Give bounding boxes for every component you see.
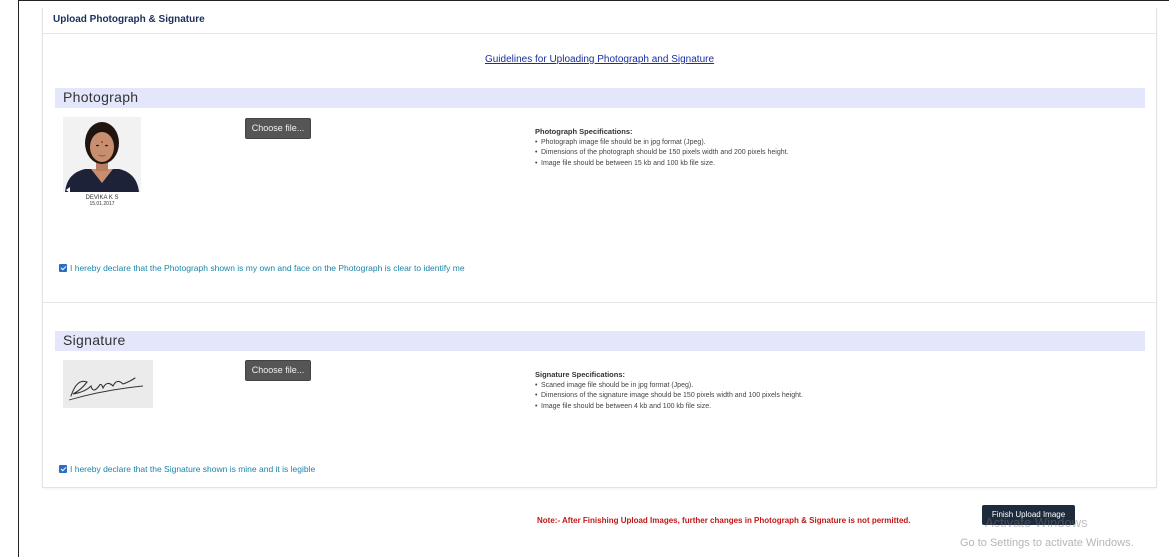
signature-specs-title: Signature Specifications: — [535, 370, 626, 379]
photo-caption: DEVIKA K S 15.01.2017 — [63, 195, 141, 207]
photograph-specifications: Photograph Specifications: Photograph im… — [535, 127, 789, 169]
photograph-spec-item: Photograph image file should be in jpg f… — [535, 138, 789, 149]
signature-preview — [63, 360, 153, 408]
guidelines-row: Guidelines for Uploading Photograph and … — [43, 54, 1156, 65]
signature-declaration-checkbox[interactable] — [59, 465, 67, 473]
signature-spec-item: Dimensions of the signature image should… — [535, 391, 803, 402]
photograph-preview: DEVIKA K S 15.01.2017 — [63, 117, 141, 207]
signature-spec-item: Scaned image file should be in jpg forma… — [535, 381, 803, 392]
photograph-declaration-checkbox[interactable] — [59, 264, 67, 272]
panel-header: Upload Photograph & Signature — [43, 8, 1156, 34]
photograph-section-header: Photograph — [55, 88, 1145, 108]
upload-panel: Upload Photograph & Signature Guidelines… — [42, 8, 1157, 488]
photograph-spec-item: Dimensions of the photograph should be 1… — [535, 148, 789, 159]
photograph-spec-item: Image file should be between 15 kb and 1… — [535, 159, 789, 170]
signature-section-header: Signature — [55, 331, 1145, 351]
signature-declaration-text[interactable]: I hereby declare that the Signature show… — [70, 464, 315, 474]
person-photo-image — [63, 117, 141, 207]
signature-scribble-image — [63, 360, 153, 408]
activate-windows-watermark: Activate Windows — [985, 515, 1088, 530]
signature-specifications: Signature Specifications: Scaned image f… — [535, 370, 803, 412]
signature-heading: Signature — [63, 332, 126, 348]
photograph-declaration-text[interactable]: I hereby declare that the Photograph sho… — [70, 263, 465, 273]
photograph-heading: Photograph — [63, 89, 139, 105]
photograph-specs-title: Photograph Specifications: — [535, 127, 633, 136]
guidelines-link[interactable]: Guidelines for Uploading Photograph and … — [485, 54, 714, 65]
signature-specs-list: Scaned image file should be in jpg forma… — [535, 381, 803, 413]
activate-windows-hint: Go to Settings to activate Windows. — [960, 537, 1134, 549]
panel-title: Upload Photograph & Signature — [53, 14, 205, 25]
photograph-choose-file-button[interactable]: Choose file... — [245, 118, 311, 139]
section-divider — [43, 302, 1156, 303]
photo-caption-date: 15.01.2017 — [89, 201, 115, 207]
photograph-specs-list: Photograph image file should be in jpg f… — [535, 138, 789, 170]
signature-declaration: I hereby declare that the Signature show… — [59, 464, 315, 474]
signature-spec-item: Image file should be between 4 kb and 10… — [535, 402, 803, 413]
photograph-declaration: I hereby declare that the Photograph sho… — [59, 263, 465, 273]
signature-choose-file-button[interactable]: Choose file... — [245, 360, 311, 381]
upload-note: Note:- After Finishing Upload Images, fu… — [537, 516, 911, 525]
